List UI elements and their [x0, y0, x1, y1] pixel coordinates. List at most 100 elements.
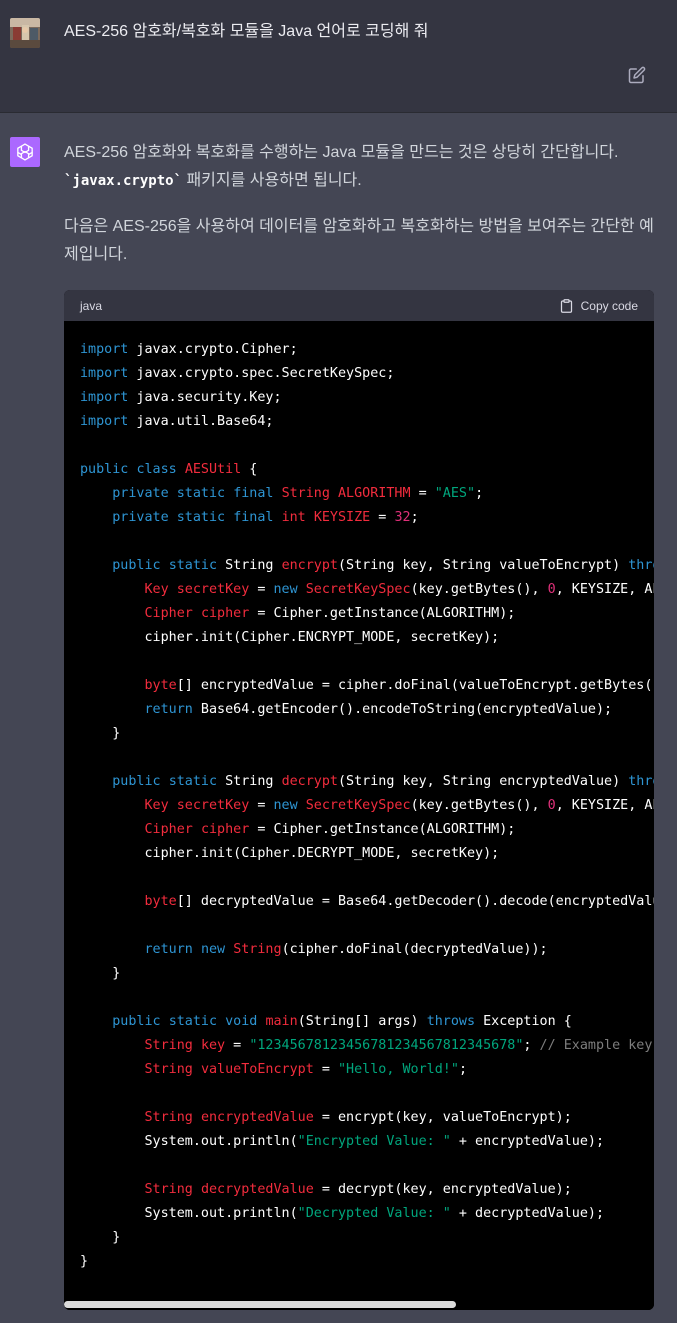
code-token: static — [176, 510, 226, 525]
code-token: = Cipher.getInstance(ALGORITHM); — [249, 606, 516, 621]
code-token: static — [168, 1014, 218, 1029]
code-line: } — [80, 1230, 120, 1245]
paragraph-text: AES-256 암호화와 복호화를 수행하는 Java 모듈을 만드는 것은 상… — [64, 144, 619, 161]
code-token: return — [144, 702, 193, 717]
code-token: byte — [144, 894, 177, 909]
code-token: = — [249, 582, 274, 597]
code-line: public static String decrypt(String key,… — [80, 774, 654, 789]
code-token: Cipher — [144, 822, 193, 837]
code-token: cipher.init(Cipher.ENCRYPT_MODE, secretK… — [80, 630, 500, 645]
code-token: SecretKeySpec — [305, 582, 411, 597]
code-token: static — [168, 558, 218, 573]
code-token: main — [265, 1014, 298, 1029]
code-token: String — [233, 942, 282, 957]
horizontal-scrollbar[interactable] — [64, 1298, 654, 1310]
code-token: Cipher — [144, 606, 193, 621]
code-token: new — [200, 942, 226, 957]
code-header: java Copy code — [64, 290, 654, 321]
code-token: = — [249, 798, 274, 813]
code-token: ; — [410, 510, 419, 525]
code-body: import javax.crypto.Cipher; import javax… — [64, 321, 654, 1310]
code-token: } — [80, 726, 121, 741]
code-token: String — [144, 1038, 193, 1053]
code-token: (String[] args) — [297, 1014, 427, 1029]
code-token: public — [80, 462, 129, 477]
openai-logo-icon — [17, 143, 33, 161]
code-token: (String key, String encryptedValue) — [338, 774, 629, 789]
copy-code-button[interactable]: Copy code — [559, 298, 638, 314]
code-token: secretKey — [176, 798, 250, 813]
code-line: public class AESUtil { — [80, 462, 257, 477]
code-language-label: java — [80, 298, 103, 313]
code-token: class — [136, 462, 177, 477]
code-token: = encrypt(key, valueToEncrypt); — [313, 1110, 572, 1125]
user-avatar — [10, 18, 40, 48]
code-token: throws — [426, 1014, 476, 1029]
code-line: cipher.init(Cipher.ENCRYPT_MODE, secretK… — [80, 630, 499, 645]
code-token: = Cipher.getInstance(ALGORITHM); — [249, 822, 516, 837]
code-token: static — [176, 486, 226, 501]
code-token: Base64.getEncoder().encodeToString(encry… — [192, 702, 613, 717]
code-line: import java.util.Base64; — [80, 414, 274, 429]
code-token: + encryptedValue); — [450, 1134, 605, 1149]
code-line: import java.security.Key; — [80, 390, 282, 405]
code-token: "AES" — [434, 486, 476, 501]
inline-code: `javax.crypto` — [64, 173, 183, 189]
edit-icon[interactable] — [628, 66, 646, 84]
code-token: "Hello, World!" — [338, 1062, 459, 1077]
code-token: private — [112, 486, 169, 501]
code-token: cipher.init(Cipher.DECRYPT_MODE, secretK… — [80, 846, 500, 861]
code-token: (key.getBytes(), — [410, 798, 548, 813]
code-line: System.out.println("Decrypted Value: " +… — [80, 1206, 604, 1221]
code-line: private static final int KEYSIZE = 32; — [80, 510, 419, 525]
scrollbar-thumb[interactable] — [64, 1301, 456, 1308]
code-token: String — [281, 486, 330, 501]
code-line: Cipher cipher = Cipher.getInstance(ALGOR… — [80, 606, 516, 621]
code-token: (key.getBytes(), — [410, 582, 548, 597]
copy-code-label: Copy code — [580, 298, 638, 313]
code-line: String valueToEncrypt = "Hello, World!"; — [80, 1062, 468, 1077]
code-token: (cipher.doFinal(decryptedValue)); — [281, 942, 548, 957]
code-token: ; — [458, 1062, 467, 1077]
code-token: java.security.Key; — [128, 390, 282, 405]
code-line: byte[] encryptedValue = cipher.doFinal(v… — [80, 678, 655, 693]
code-block: java Copy code import javax.crypto.Ciphe… — [64, 290, 654, 1310]
code-token: ; — [475, 486, 484, 501]
code-token: cipher — [200, 606, 250, 621]
code-token: } — [80, 966, 121, 981]
code-token: } — [80, 1230, 121, 1245]
code-token: import — [80, 366, 129, 381]
code-token: secretKey — [176, 582, 250, 597]
code-token: javax.crypto.Cipher; — [128, 342, 298, 357]
code-token: throws — [628, 558, 654, 573]
code-token: = — [313, 1062, 338, 1077]
code-line: return new String(cipher.doFinal(decrypt… — [80, 942, 548, 957]
code-token: void — [225, 1014, 258, 1029]
code-line: System.out.println("Encrypted Value: " +… — [80, 1134, 604, 1149]
code-token: final — [233, 510, 274, 525]
